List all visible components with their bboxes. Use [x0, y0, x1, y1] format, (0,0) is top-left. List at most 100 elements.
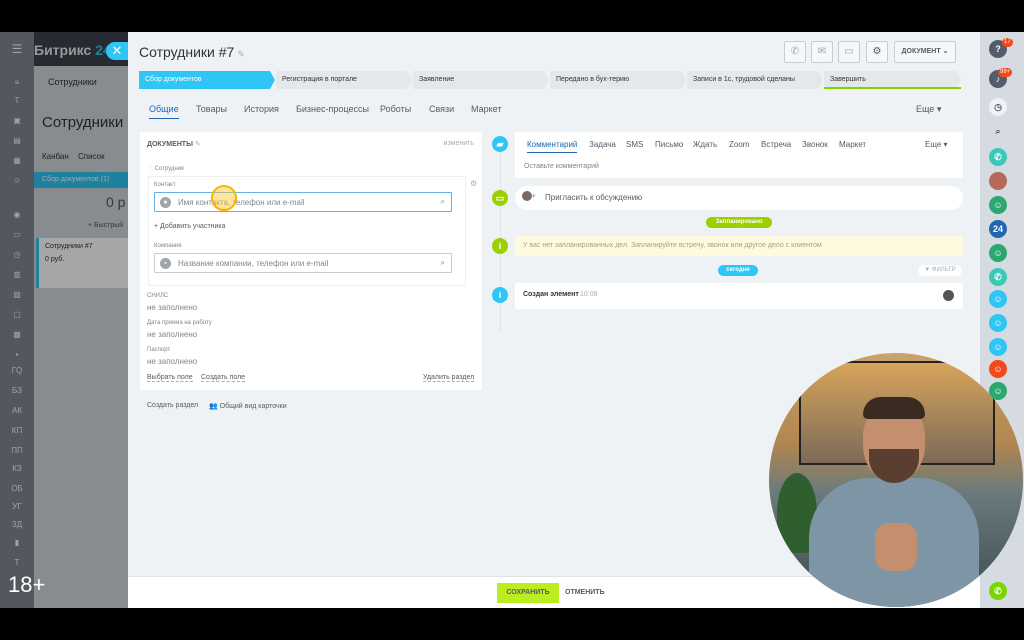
tab-market[interactable]: Маркет [471, 104, 501, 114]
today-badge: сегодня [718, 265, 758, 276]
comment-input[interactable]: Оставьте комментарий [524, 163, 599, 170]
create-field-link[interactable]: Создать поле [201, 374, 246, 382]
close-slider-button[interactable]: ✕ [106, 42, 128, 60]
editor-tab-wait[interactable]: Ждать [693, 140, 717, 149]
section-title: ДОКУМЕНТЫ ✎ [147, 141, 201, 148]
document-button[interactable]: ДОКУМЕНТ ⌄ [894, 41, 956, 63]
stage-item[interactable]: Сбор документов [139, 71, 275, 89]
phone-icon[interactable]: ✆ [989, 268, 1007, 286]
call-button[interactable]: ✆ [784, 41, 806, 63]
person-icon: ● [160, 197, 171, 208]
entity-tabs: Общие Товары История Бизнес-процессы Роб… [149, 104, 961, 120]
tab-more[interactable]: Еще ▾ [916, 104, 941, 115]
stage-item-finish[interactable]: Завершить [824, 71, 961, 89]
group-icon[interactable]: ☺ [989, 290, 1007, 308]
phone-icon[interactable]: ✆ [989, 148, 1007, 166]
company-search-input[interactable]: ▪ Название компании, телефон или e-mail … [154, 253, 452, 273]
presenter-hair [863, 397, 925, 419]
tab-history[interactable]: История [244, 104, 279, 114]
editor-tab-comment[interactable]: Комментарий [527, 140, 578, 153]
stage-item[interactable]: Записи в 1с, трудовой сделаны [687, 71, 823, 89]
tab-business-processes[interactable]: Бизнес-процессы [296, 104, 369, 114]
phone-icon: ✆ [790, 46, 800, 57]
select-field-link[interactable]: Выбрать поле [147, 374, 193, 382]
search-icon[interactable]: ⌕ [441, 258, 445, 268]
chevron-down-icon: ⌄ [942, 48, 949, 55]
created-event: Создан элемент 10:08 [515, 283, 963, 309]
edit-title-icon[interactable]: ✎ [237, 49, 245, 59]
group-icon[interactable]: ☺ [989, 314, 1007, 332]
notification-badge: 99+ [998, 68, 1013, 77]
plus-icon: + [531, 191, 537, 201]
employee-label: ⋮ Сотрудник [147, 166, 184, 172]
editor-tab-email[interactable]: Письмо [655, 140, 683, 149]
employee-field-block: Контакт ● Имя контакта, телефон или e-ma… [148, 176, 466, 286]
tab-general[interactable]: Общие [149, 104, 179, 119]
notification-badge: 17 [1002, 38, 1013, 47]
editor-tab-market[interactable]: Маркет [839, 140, 866, 149]
tab-links[interactable]: Связи [429, 104, 454, 114]
user-icon[interactable]: ☺ [989, 196, 1007, 214]
field-value[interactable]: не заполнено [147, 303, 197, 312]
field-label: СНИЛС [147, 293, 169, 299]
stage-item[interactable]: Регистрация в портале [276, 71, 412, 89]
field-value[interactable]: не заполнено [147, 330, 197, 339]
cancel-button[interactable]: ОТМЕНИТЬ [565, 589, 605, 596]
stage-progress-bar: Сбор документов Регистрация в портале За… [139, 71, 961, 89]
dim-overlay [0, 32, 128, 608]
presenter-hands [875, 523, 917, 571]
planned-empty: У вас нет запланированных дел. Запланиру… [515, 236, 963, 256]
activity-editor: Комментарий Задача SMS Письмо Ждать Zoom… [515, 132, 963, 178]
filter-button[interactable]: ▼ ФИЛЬТР [918, 265, 962, 276]
contact-label: Контакт [154, 182, 176, 188]
field-value[interactable]: не заполнено [147, 357, 197, 366]
editor-tab-zoom[interactable]: Zoom [729, 140, 749, 149]
email-button[interactable]: ✉ [811, 41, 833, 63]
company-label: Компания [154, 243, 182, 249]
company-icon: ▪ [160, 258, 171, 269]
stage-item[interactable]: Передано в бух-терию [550, 71, 686, 89]
edit-section-icon[interactable]: ✎ [195, 141, 201, 148]
editor-tab-meeting[interactable]: Встреча [761, 140, 791, 149]
create-section-link[interactable]: Создать раздел [147, 402, 198, 409]
editor-tab-more[interactable]: Еще ▾ [925, 140, 948, 149]
app-frame: ☰ ≡ Т ▣ ▤ ▦ ☺ ◉ ▭ ◷ ▥ ▨ ▢ ▩ ▪ ГQ БЗ АК К… [0, 32, 1024, 608]
chat-button[interactable]: ▭ [838, 41, 860, 63]
delete-section-link[interactable]: Удалить раздел [423, 374, 475, 382]
avatar[interactable] [989, 172, 1007, 190]
bitrix-chat-icon[interactable]: 24 [989, 220, 1007, 238]
field-label: Дата приема на работу [147, 320, 212, 326]
planned-badge: Запланировано [706, 217, 772, 228]
gear-icon: ⚙ [872, 46, 882, 57]
invite-discussion[interactable]: + Пригласить к обсуждению [515, 186, 963, 210]
add-participant-link[interactable]: + Добавить участника [154, 223, 226, 230]
user-icon[interactable]: ☺ [989, 244, 1007, 262]
settings-button[interactable]: ⚙ [866, 41, 888, 63]
tab-robots[interactable]: Роботы [380, 104, 411, 114]
stage-item[interactable]: Заявление [413, 71, 549, 89]
people-icon: 👥 [209, 403, 218, 410]
chat-icon: ▭ [844, 46, 854, 57]
chat-timeline-icon: ▭ [492, 190, 508, 206]
filter-icon: ▼ [924, 267, 931, 273]
save-button[interactable]: СОХРАНИТЬ [497, 583, 559, 603]
field-label: Паспорт [147, 347, 171, 353]
field-settings-icon[interactable]: ⚙ [470, 179, 477, 188]
change-section-link[interactable]: изменить [444, 140, 474, 147]
avatar [943, 290, 954, 301]
editor-tab-sms[interactable]: SMS [626, 140, 643, 149]
editor-tab-task[interactable]: Задача [589, 140, 616, 149]
timeman-icon[interactable]: ◷ [989, 98, 1007, 116]
close-icon: ✕ [111, 43, 123, 58]
card-view-link[interactable]: 👥 Общий вид карточки [209, 402, 287, 410]
tab-products[interactable]: Товары [196, 104, 227, 114]
group-icon[interactable]: ☺ [989, 338, 1007, 356]
contact-search-input[interactable]: ● Имя контакта, телефон или e-mail ⌕ [154, 192, 452, 212]
call-icon[interactable]: ✆ [989, 582, 1007, 600]
page-title: Сотрудники #7 ✎ [139, 44, 245, 60]
documents-section: ДОКУМЕНТЫ ✎ изменить ⋮ Сотрудник ⚙ Конта… [140, 132, 482, 390]
age-rating: 18+ [8, 572, 46, 597]
search-icon[interactable]: ⌕ [989, 122, 1007, 140]
editor-tab-call[interactable]: Звонок [802, 140, 828, 149]
search-icon[interactable]: ⌕ [441, 197, 445, 207]
